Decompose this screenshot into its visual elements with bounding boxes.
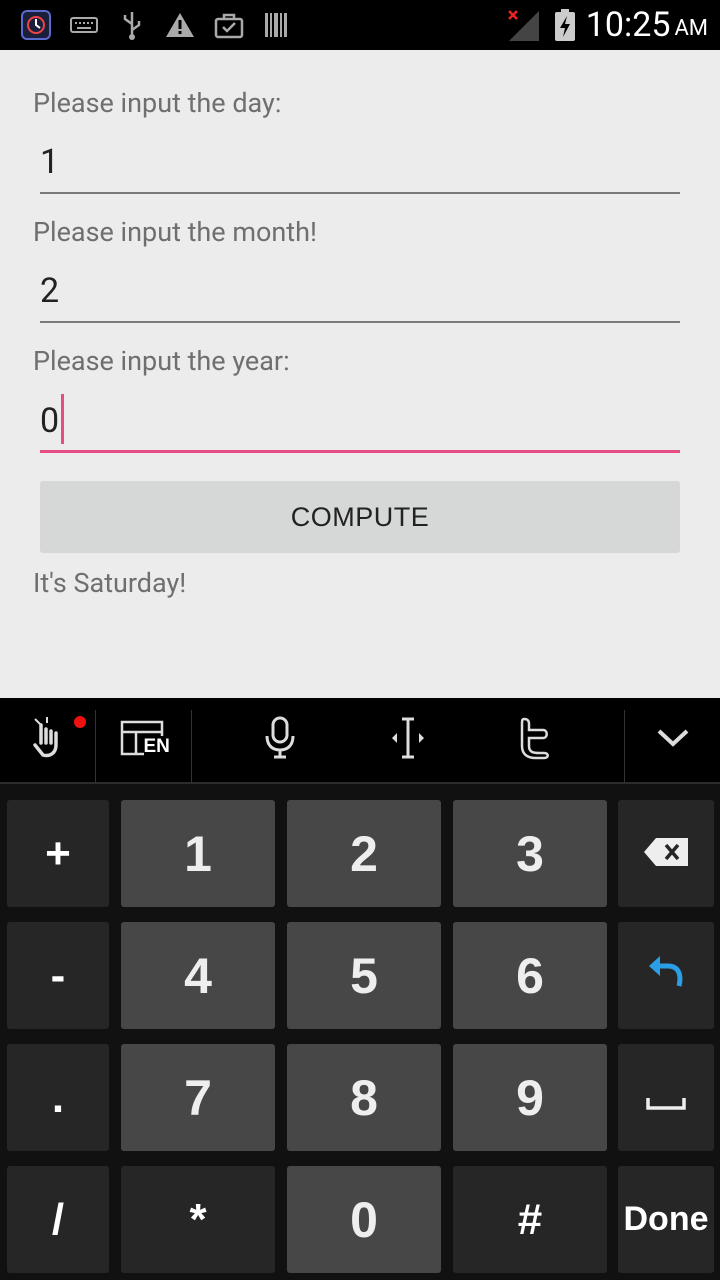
year-underline [40,450,680,453]
key-period[interactable]: . [7,1044,109,1151]
key-enter[interactable] [618,922,714,1029]
cursor-move-button[interactable] [368,698,448,782]
key-done[interactable]: Done [618,1166,714,1273]
clock: 10:25 AM [586,0,708,50]
soft-keyboard: EN + 1 2 3 - 4 5 6 . 7 8 9 / * 0 # Done [0,698,720,1280]
text-cursor [61,394,65,445]
month-field[interactable]: 2 [40,263,680,323]
key-6[interactable]: 6 [453,922,607,1029]
day-label: Please input the day: [33,87,282,119]
barcode-icon [262,0,290,50]
key-6-label: 6 [516,947,544,1004]
gesture-button[interactable] [0,698,95,782]
key-5-label: 5 [350,947,378,1004]
key-3-label: 3 [516,825,544,882]
key-4-label: 4 [184,947,212,1004]
battery-charging-icon [552,0,578,50]
keyboard-icon [68,0,100,50]
key-space[interactable] [618,1044,714,1151]
month-value: 2 [40,271,60,311]
day-value: 1 [40,142,60,182]
key-hash-label: # [517,1194,543,1244]
notification-dot [74,716,86,728]
app-content: Please input the day: 1 Please input the… [0,50,720,698]
year-value-wrap: 0 [40,394,65,445]
key-8[interactable]: 8 [287,1044,441,1151]
toolbar-separator [191,710,192,782]
key-minus[interactable]: - [7,922,109,1029]
key-9-label: 9 [516,1069,544,1126]
warning-icon [163,0,197,50]
layout-language-icon: EN [120,720,170,760]
key-4[interactable]: 4 [121,922,275,1029]
hide-keyboard-icon [656,728,690,752]
key-asterisk[interactable]: * [121,1166,275,1273]
twitter-button[interactable] [495,698,575,782]
key-1-label: 1 [184,825,212,882]
day-underline [40,192,680,194]
key-hash[interactable]: # [453,1166,607,1273]
year-field[interactable]: 0 [40,393,680,453]
microphone-button[interactable] [240,698,320,782]
gesture-icon [23,713,73,767]
key-asterisk-label: * [189,1194,207,1244]
key-plus-label: + [45,828,71,878]
key-period-label: . [51,1072,65,1122]
key-7[interactable]: 7 [121,1044,275,1151]
key-3[interactable]: 3 [453,800,607,907]
key-1[interactable]: 1 [121,800,275,907]
twitter-icon [517,716,553,764]
language-layout-button[interactable]: EN [96,698,191,782]
result-text: It's Saturday! [33,567,187,599]
hide-keyboard-button[interactable] [625,698,720,782]
year-value: 0 [40,401,60,441]
key-2-label: 2 [350,825,378,882]
no-signal-icon [504,0,542,50]
key-slash-label: / [51,1194,65,1244]
month-label: Please input the month! [33,216,317,248]
key-backspace[interactable] [618,800,714,907]
key-9[interactable]: 9 [453,1044,607,1151]
key-5[interactable]: 5 [287,922,441,1029]
compute-button[interactable]: COMPUTE [40,481,680,553]
clock-ampm: AM [674,15,708,41]
keyboard-toolbar: EN [0,698,720,782]
usb-icon [118,0,146,50]
key-plus[interactable]: + [7,800,109,907]
month-underline [40,321,680,323]
space-icon [646,1073,686,1123]
key-8-label: 8 [350,1069,378,1126]
key-minus-label: - [50,950,66,1000]
key-slash[interactable]: / [7,1166,109,1273]
key-7-label: 7 [184,1069,212,1126]
cursor-move-icon [388,716,428,764]
briefcase-icon [212,0,246,50]
key-0[interactable]: 0 [287,1166,441,1273]
status-bar: 10:25 AM [0,0,720,50]
keyboard-divider [0,782,720,784]
microphone-icon [264,716,296,764]
enter-icon [646,951,686,1001]
clock-time: 10:25 [585,5,671,45]
year-label: Please input the year: [33,345,290,377]
key-done-label: Done [623,1200,709,1238]
key-0-label: 0 [350,1191,378,1248]
backspace-icon [642,829,690,879]
key-2[interactable]: 2 [287,800,441,907]
app-icon [18,0,54,50]
day-field[interactable]: 1 [40,134,680,194]
language-label: EN [143,736,170,757]
